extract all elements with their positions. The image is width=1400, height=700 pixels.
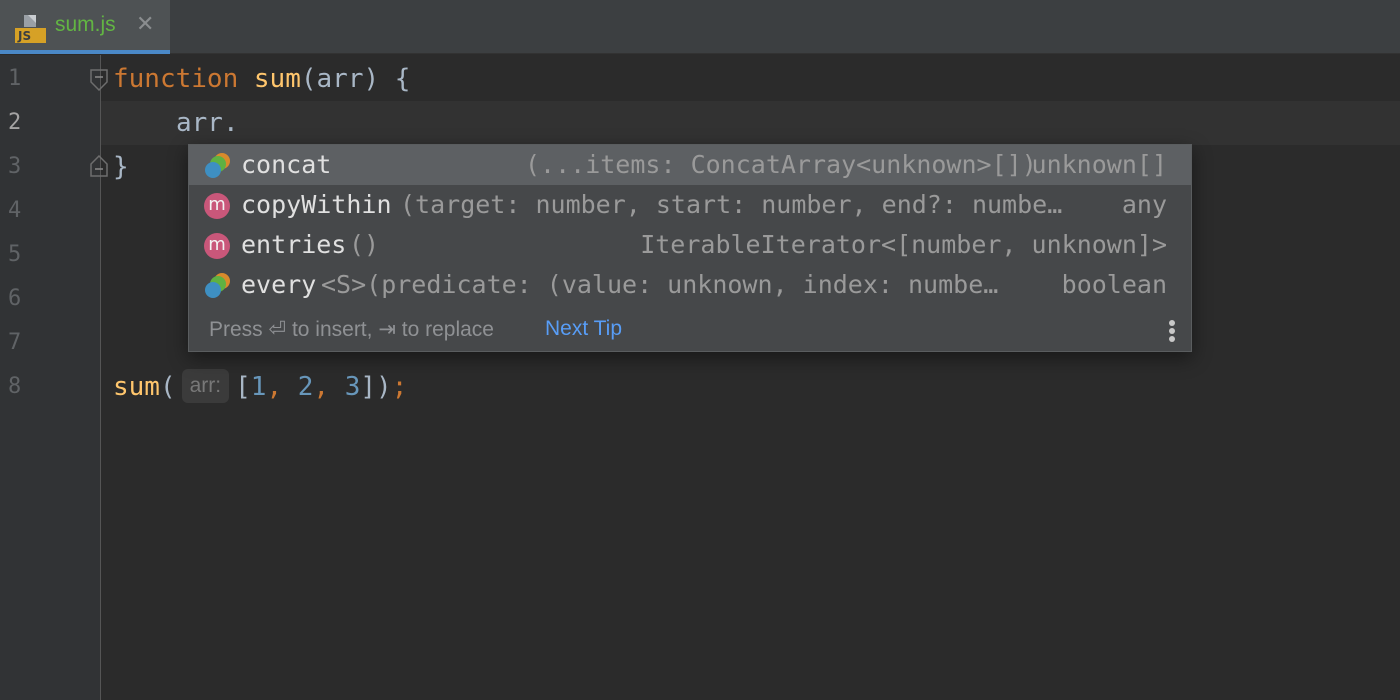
- number-literal: 2: [297, 372, 314, 402]
- line-number: 5: [8, 242, 22, 267]
- code-text: (arr) {: [300, 64, 411, 94]
- code-text: [: [235, 372, 251, 402]
- fold-open-icon[interactable]: [90, 69, 108, 91]
- completion-signature: <S>(predicate: (value: unknown, index: n…: [321, 270, 999, 299]
- code-text: ]): [360, 372, 392, 402]
- number-literal: 3: [344, 372, 361, 402]
- comma: ,: [313, 372, 330, 402]
- completion-type: IterableIterator<[number, unknown]>: [640, 230, 1167, 259]
- method-icon: m: [204, 193, 230, 219]
- property-icon: [205, 273, 230, 298]
- completion-type: any: [1121, 190, 1167, 219]
- completion-signature: (target: number, start: number, end?: nu…: [400, 190, 1063, 219]
- next-tip-link[interactable]: Next Tip: [545, 317, 622, 341]
- completion-signature: (): [349, 230, 380, 259]
- comma: ,: [266, 372, 283, 402]
- current-line-highlight: [101, 101, 1400, 145]
- keyword-function: function: [113, 64, 239, 94]
- property-icon: [205, 153, 230, 178]
- completion-name: concat: [241, 150, 332, 179]
- svg-text:JS: JS: [17, 29, 31, 43]
- javascript-file-icon: JS: [15, 15, 46, 43]
- semicolon: ;: [391, 372, 408, 402]
- code-line-1[interactable]: function sum(arr) {: [113, 57, 410, 101]
- code-completion-popup: concat (...items: ConcatArray<unknown>[]…: [188, 144, 1192, 352]
- code-text: arr.: [176, 108, 239, 138]
- tab-sum-js[interactable]: JS sum.js ✕: [0, 0, 170, 54]
- completion-footer: Press ⏎ to insert, ⇥ to replace Next Tip: [189, 309, 1191, 351]
- line-number: 4: [8, 198, 22, 223]
- completion-type: boolean: [1061, 270, 1167, 299]
- code-line-2[interactable]: arr.: [176, 101, 239, 145]
- line-number: 8: [8, 374, 22, 399]
- completion-name: every: [241, 270, 317, 299]
- function-call: sum: [113, 372, 160, 402]
- line-number: 3: [8, 154, 22, 179]
- function-name: sum: [253, 64, 301, 94]
- completion-item-copywithin[interactable]: m copyWithin (target: number, start: num…: [189, 185, 1191, 225]
- close-icon[interactable]: ✕: [136, 12, 154, 37]
- completion-item-every[interactable]: every <S>(predicate: (value: unknown, in…: [189, 265, 1191, 305]
- line-number: 7: [8, 330, 22, 355]
- code-text: (: [159, 372, 176, 402]
- line-number: 6: [8, 286, 22, 311]
- more-options-icon[interactable]: [1167, 317, 1177, 345]
- completion-item-concat[interactable]: concat (...items: ConcatArray<unknown>[]…: [189, 145, 1191, 185]
- completion-name: entries: [241, 230, 347, 259]
- footer-hint-text: Press ⏎ to insert, ⇥ to replace: [209, 318, 494, 341]
- code-line-3[interactable]: }: [113, 145, 129, 189]
- number-literal: 1: [250, 372, 267, 402]
- parameter-hint: arr:: [181, 368, 230, 403]
- completion-type: unknown[]: [1031, 150, 1167, 179]
- completion-signature: (...items: ConcatArray<unknown>[]): [525, 150, 1037, 179]
- code-line-8[interactable]: sum(arr: [1, 2, 3]);: [113, 365, 407, 409]
- tab-label: sum.js: [55, 13, 116, 36]
- code-text: }: [113, 152, 129, 182]
- line-number-current: 2: [8, 110, 22, 135]
- method-icon: m: [204, 233, 230, 259]
- completion-name: copyWithin: [241, 190, 392, 219]
- completion-item-entries[interactable]: m entries () IterableIterator<[number, u…: [189, 225, 1191, 265]
- fold-close-icon[interactable]: [90, 155, 108, 177]
- line-number: 1: [8, 66, 22, 91]
- editor-tab-bar: JS sum.js ✕: [0, 0, 1400, 54]
